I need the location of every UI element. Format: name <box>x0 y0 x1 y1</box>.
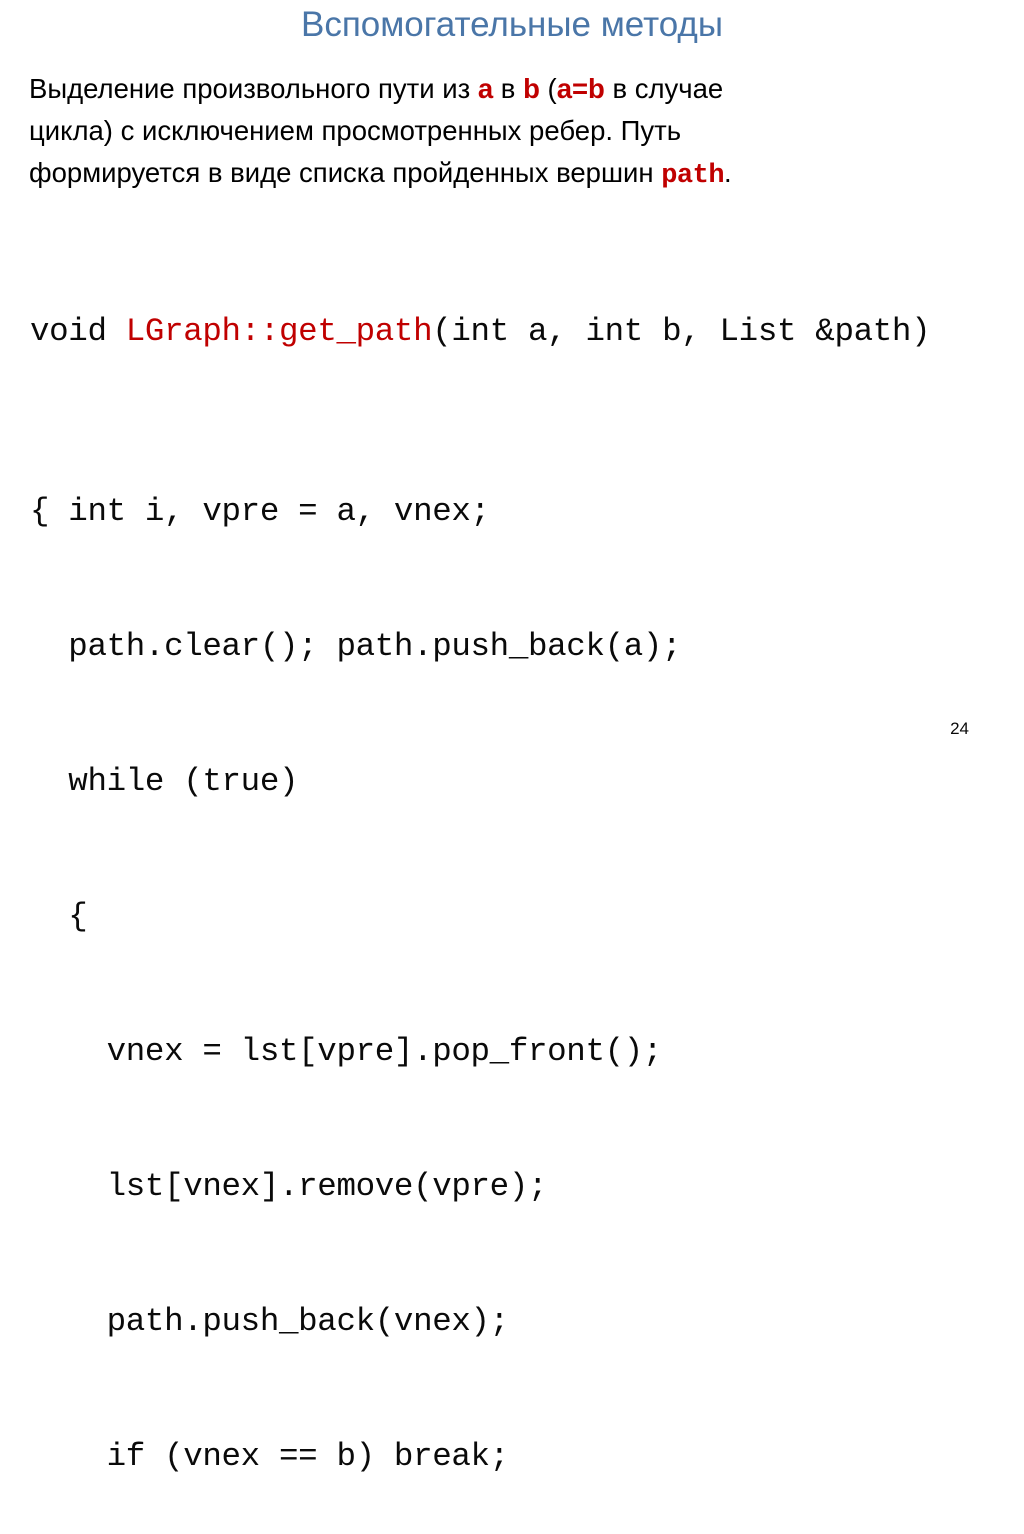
code-line: vnex = lst[vpre].pop_front(); <box>30 1033 663 1070</box>
code-line-signature: void LGraph::get_path(int a, int b, List… <box>30 309 1020 354</box>
description-text-segment: Выделение произвольного пути из <box>29 73 478 104</box>
description-line-2: цикла) с исключением просмотренных ребер… <box>29 110 989 152</box>
equality-a-equals-b-highlight: a=b <box>556 73 605 104</box>
code-line: path.push_back(vnex); <box>30 1303 510 1340</box>
code-keyword-void: void <box>30 313 126 350</box>
description-text-segment: ( <box>539 73 557 104</box>
page-title: Вспомогательные методы <box>300 5 724 44</box>
code-line: while (true) <box>30 763 299 800</box>
variable-a-highlight: a <box>477 73 494 104</box>
description-line-3: формируется в виде списка пройденных вер… <box>29 152 989 197</box>
code-line: { int i, vpre = a, vnex; <box>30 493 490 530</box>
description-text-segment: цикла) с исключением просмотренных ребер… <box>29 115 682 146</box>
description-text-segment: . <box>724 157 732 188</box>
description-line-1: Выделение произвольного пути из a в b (a… <box>29 68 989 110</box>
code-line: { <box>30 898 88 935</box>
slide-root: { "slide": { "title": "Вспомогательные м… <box>0 0 1024 1475</box>
path-identifier-highlight: path <box>661 161 725 191</box>
code-parameter-list: (int a, int b, List &path) <box>432 313 931 350</box>
code-function-name: LGraph::get_path <box>125 313 433 350</box>
code-line: lst[vnex].remove(vpre); <box>30 1168 548 1205</box>
page-number: 24 <box>950 719 969 738</box>
code-line: path.clear(); path.push_back(a); <box>30 628 682 665</box>
variable-b-highlight: b <box>523 73 540 104</box>
description-paragraph: Выделение произвольного пути из a в b (a… <box>29 68 989 197</box>
description-text-segment: в <box>493 73 524 104</box>
code-listing: void LGraph::get_path(int a, int b, List… <box>30 219 1020 1534</box>
code-line: if (vnex == b) break; <box>30 1438 510 1475</box>
description-text-segment: в случае <box>604 73 724 104</box>
description-text-segment: формируется в виде списка пройденных вер… <box>29 157 662 188</box>
